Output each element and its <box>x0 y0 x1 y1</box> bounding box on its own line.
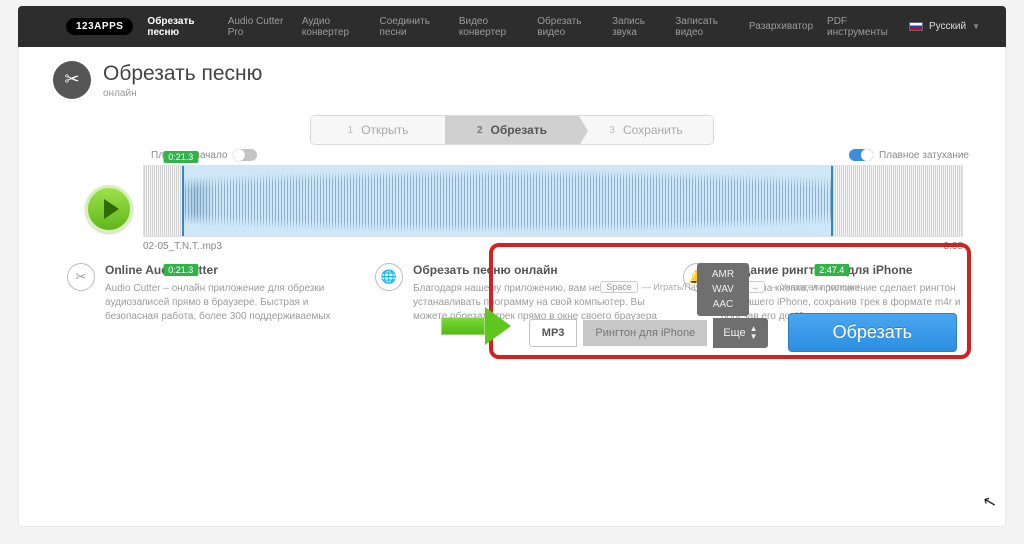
waveform-row: 0:21.3 02-05_T.N.T..mp3 3:35 0:21.3 2:47… <box>53 165 971 237</box>
nav-cut-song[interactable]: Обрезать песню <box>147 16 213 38</box>
fade-out-toggle[interactable] <box>849 149 873 161</box>
format-aac[interactable]: AAC <box>697 297 749 312</box>
format-amr[interactable]: AMR <box>697 267 749 282</box>
waveform[interactable] <box>143 165 963 237</box>
step-cut[interactable]: 2Обрезать <box>445 116 579 144</box>
cut-button[interactable]: Обрезать <box>788 313 957 352</box>
step-open[interactable]: 1Открыть <box>311 116 445 144</box>
start-time-below: 0:21.3 <box>163 264 198 276</box>
callout-arrow-icon <box>441 307 515 345</box>
format-wav[interactable]: WAV <box>697 282 749 297</box>
nav-audio-converter[interactable]: Аудио конвертер <box>302 16 366 38</box>
nav-audio-cutter-pro[interactable]: Audio Cutter Pro <box>228 16 288 38</box>
language-selector[interactable]: Русский ▼ <box>909 21 980 32</box>
scissors-icon <box>53 61 91 99</box>
nav-unarchiver[interactable]: Разархиватор <box>749 21 813 32</box>
key-space: Space <box>600 281 638 293</box>
hint-arrows: — Указатели позиции <box>769 282 859 292</box>
chevron-down-icon: ▼ <box>972 22 980 31</box>
scissors-outline-icon: ✂ <box>67 263 95 291</box>
filename-label: 02-05_T.N.T..mp3 <box>143 241 222 252</box>
feature-online-cutter: ✂ Online Audio Cutter Audio Cutter – онл… <box>67 263 349 324</box>
flag-ru-icon <box>909 22 923 31</box>
fade-in-toggle[interactable] <box>233 149 257 161</box>
cursor-icon: ↖ <box>980 491 998 514</box>
fade-out-label: Плавное затухание <box>879 150 969 161</box>
language-label: Русский <box>929 21 966 32</box>
format-row: MP3 Рингтон для iPhone Еще▲▼ Обрезать <box>493 313 967 352</box>
brand-badge[interactable]: 123APPS <box>66 18 133 35</box>
page-header: Обрезать песню онлайн <box>19 47 1005 109</box>
nav-join-songs[interactable]: Соединить песни <box>379 16 444 38</box>
top-nav: 123APPS Обрезать песню Audio Cutter Pro … <box>18 6 1006 47</box>
feature-body: Audio Cutter – онлайн приложение для обр… <box>105 282 349 324</box>
feature-title: Online Audio Cutter <box>105 263 349 277</box>
nav-record-video[interactable]: Записать видео <box>675 16 735 38</box>
nav-video-converter[interactable]: Видео конвертер <box>459 16 523 38</box>
sort-icon: ▲▼ <box>750 325 758 341</box>
nav-cut-video[interactable]: Обрезать видео <box>537 16 598 38</box>
nav-pdf-tools[interactable]: PDF инструменты <box>827 16 895 38</box>
nav-record-audio[interactable]: Запись звука <box>612 16 661 38</box>
selection-start-handle[interactable] <box>182 166 184 237</box>
format-popup[interactable]: AMR WAV AAC <box>697 263 749 316</box>
step-tabs: 1Открыть 2Обрезать 3Сохранить <box>310 115 714 145</box>
editor-panel: 1Открыть 2Обрезать 3Сохранить Плавное на… <box>53 115 971 237</box>
format-ringtone[interactable]: Рингтон для iPhone <box>583 320 707 346</box>
page-subtitle: онлайн <box>103 88 262 99</box>
format-more[interactable]: Еще▲▼ <box>713 318 767 348</box>
format-mp3[interactable]: MP3 <box>529 319 578 347</box>
page-body: Обрезать песню онлайн 1Открыть 2Обрезать… <box>18 47 1006 527</box>
start-time-tag: 0:21.3 <box>163 151 198 163</box>
globe-icon: 🌐 <box>375 263 403 291</box>
play-button[interactable] <box>85 185 133 233</box>
waveform-container: 0:21.3 02-05_T.N.T..mp3 3:35 0:21.3 2:47… <box>143 165 963 237</box>
page-title: Обрезать песню <box>103 62 262 86</box>
selection-end-handle[interactable] <box>831 166 833 237</box>
step-save[interactable]: 3Сохранить <box>579 116 713 144</box>
